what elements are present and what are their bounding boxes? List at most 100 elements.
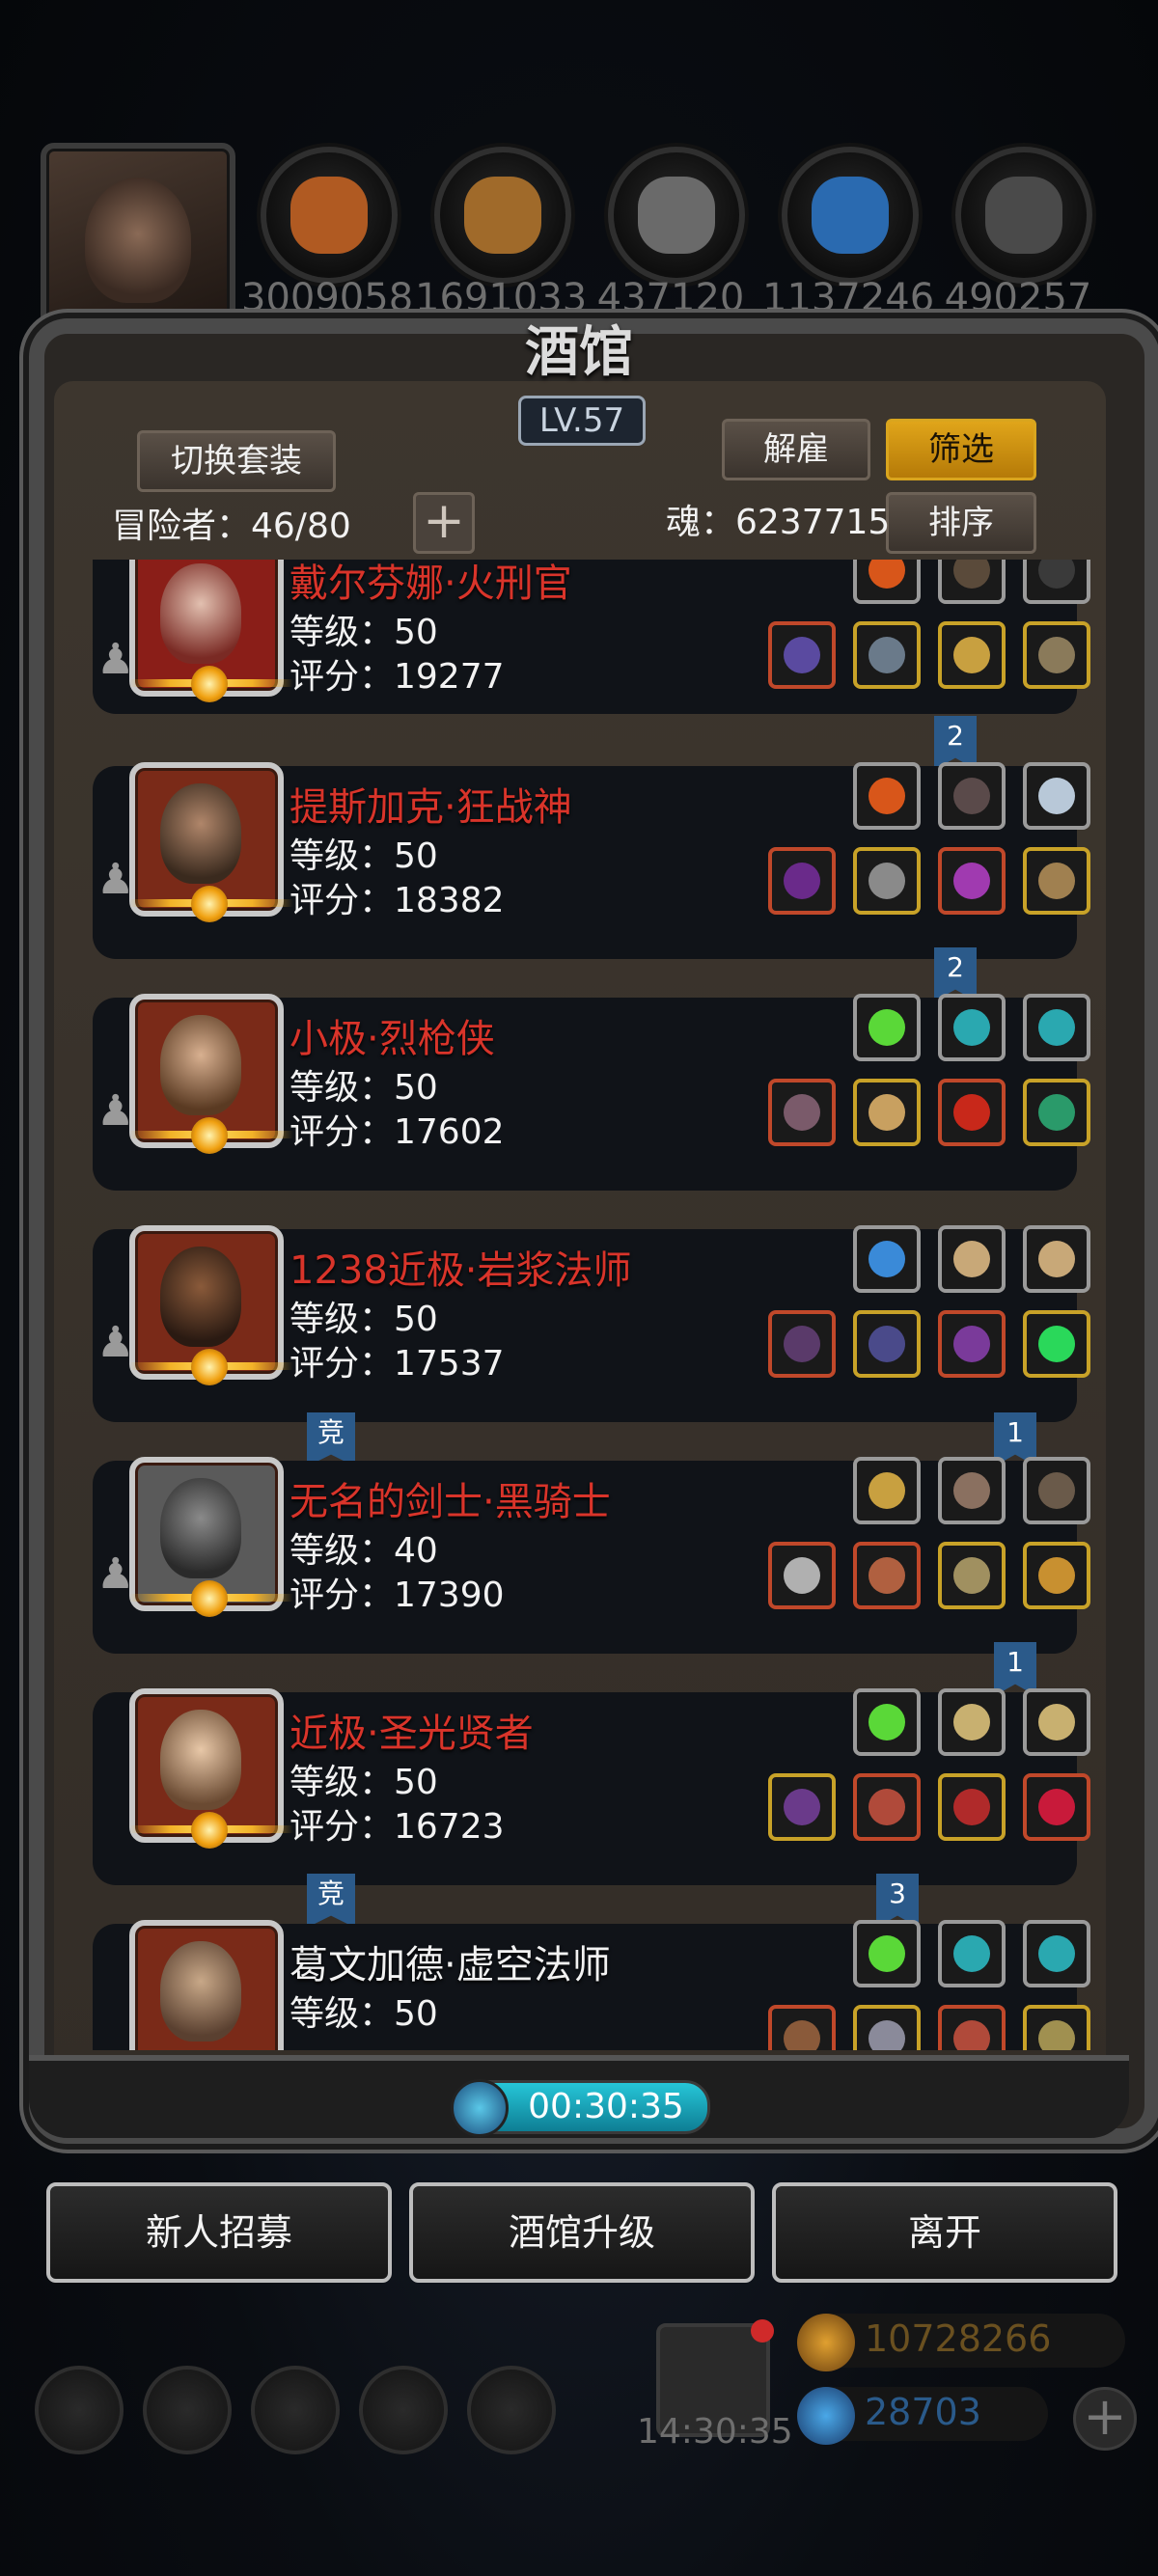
tavern-level: LV.57 [518, 396, 646, 446]
hero-score: 评分：16723 [290, 1807, 505, 1847]
page-title: 酒馆 [525, 320, 633, 384]
rank-badge [129, 1812, 293, 1850]
hero-card[interactable]: ♟ 1238近极·岩浆法师 等级：50 评分：17537 [93, 1225, 1090, 1422]
iron-value: 490257 [944, 276, 1092, 320]
hero-name: 无名的剑士·黑骑士 [290, 1480, 611, 1524]
equipment-slot[interactable] [938, 1688, 1006, 1756]
hero-card[interactable]: 近极·圣光贤者 等级：50 评分：16723 [93, 1688, 1090, 1885]
equipment-slot[interactable] [853, 1773, 921, 1841]
soul-count: 魂：6237715 [666, 503, 891, 542]
equipment-slot[interactable] [1023, 1225, 1090, 1293]
equipment-slot[interactable] [938, 2005, 1006, 2050]
rank-badge [129, 886, 293, 924]
equipment-slot[interactable] [1023, 1542, 1090, 1609]
equipment-slot[interactable] [1023, 1457, 1090, 1524]
runner-icon: ♟ [96, 855, 135, 904]
equipment-slot[interactable] [768, 1310, 836, 1378]
equipment-slot[interactable] [1023, 847, 1090, 915]
equipment-slot[interactable] [938, 1457, 1006, 1524]
equipment-slot[interactable] [768, 2005, 836, 2050]
hero-level: 等级：50 [290, 1994, 438, 2034]
add-slot-button[interactable]: + [413, 492, 475, 554]
leave-button[interactable]: 离开 [772, 2182, 1117, 2283]
achievement-icon[interactable] [143, 2366, 232, 2454]
equipment-slot[interactable] [853, 847, 921, 915]
equipment-slot[interactable] [768, 1773, 836, 1841]
equipment-slot[interactable] [1023, 621, 1090, 689]
equipment-slot[interactable] [938, 1920, 1006, 1987]
settings-icon[interactable] [35, 2366, 124, 2454]
hero-card[interactable]: ♟ 提斯加克·狂战神 等级：50 评分：18382 [93, 762, 1090, 959]
competition-tag: 竞 [307, 1874, 355, 1928]
gold-coin-icon [797, 2314, 855, 2371]
runner-icon: ♟ [96, 1318, 135, 1367]
hero-card[interactable]: 葛文加德·虚空法师 等级：50 [93, 1920, 1090, 2050]
filter-button[interactable]: 筛选 [886, 419, 1036, 480]
equipment-slot[interactable] [938, 762, 1006, 830]
equipment-slot[interactable] [1023, 560, 1090, 604]
equipment-slot[interactable] [1023, 1688, 1090, 1756]
equipment-slot[interactable] [853, 994, 921, 1061]
hero-card[interactable]: ♟ 无名的剑士·黑骑士 等级：40 评分：17390 [93, 1457, 1090, 1654]
equipment-slot[interactable] [1023, 1079, 1090, 1146]
hero-level: 等级：40 [290, 1531, 438, 1571]
crystal-value: 1137246 [762, 276, 935, 320]
equipment-slot[interactable] [938, 621, 1006, 689]
equipment-slot[interactable] [853, 1542, 921, 1609]
equipment-slot[interactable] [1023, 1920, 1090, 1987]
sort-button[interactable]: 排序 [886, 492, 1036, 554]
recruit-button[interactable]: 新人招募 [46, 2182, 392, 2283]
equipment-slot[interactable] [853, 1079, 921, 1146]
equipment-slot[interactable] [853, 560, 921, 604]
equipment-slot[interactable] [938, 560, 1006, 604]
equipment-slot[interactable] [853, 1225, 921, 1293]
gem-display: 28703 [797, 2387, 1048, 2445]
equipment-slot[interactable] [1023, 1310, 1090, 1378]
hero-score: 评分：19277 [290, 657, 505, 697]
equipment-slot[interactable] [768, 1079, 836, 1146]
hero-list: ♟ 戴尔芬娜·火刑官 等级：50 评分：19277 2 ♟ 提斯加克·狂战神 等… [54, 560, 1106, 2050]
equipment-slot[interactable] [938, 847, 1006, 915]
dismiss-button[interactable]: 解雇 [722, 419, 870, 480]
hero-card[interactable]: ♟ 小极·烈枪侠 等级：50 评分：17602 [93, 994, 1090, 1191]
rank-badge [129, 1580, 293, 1619]
equipment-slot[interactable] [853, 1457, 921, 1524]
mail-icon[interactable] [359, 2366, 448, 2454]
upgrade-tavern-button[interactable]: 酒馆升级 [409, 2182, 755, 2283]
runner-icon: ♟ [96, 1549, 135, 1599]
equipment-slot[interactable] [853, 1920, 921, 1987]
hero-name: 1238近极·岩浆法师 [290, 1248, 632, 1293]
hero-score: 评分：18382 [290, 881, 505, 920]
equipment-slot[interactable] [768, 1542, 836, 1609]
equipment-slot[interactable] [768, 847, 836, 915]
game-clock: 14:30:35 [637, 2412, 793, 2452]
equipment-slot[interactable] [853, 1310, 921, 1378]
equipment-slot[interactable] [1023, 994, 1090, 1061]
equipment-slot[interactable] [853, 1688, 921, 1756]
equipment-slot[interactable] [853, 2005, 921, 2050]
equipment-slot[interactable] [1023, 1773, 1090, 1841]
runner-icon: ♟ [96, 635, 135, 684]
equipment-slot[interactable] [938, 1225, 1006, 1293]
equipment-slot[interactable] [938, 1310, 1006, 1378]
equipment-slot[interactable] [938, 1542, 1006, 1609]
equipment-slot[interactable] [938, 994, 1006, 1061]
switch-outfit-button[interactable]: 切换套装 [137, 430, 336, 492]
hero-avatar [129, 1920, 284, 2050]
castle-icon[interactable] [251, 2366, 340, 2454]
hero-name: 近极·圣光贤者 [290, 1712, 534, 1756]
player-avatar[interactable] [41, 143, 235, 330]
equipment-slot[interactable] [1023, 2005, 1090, 2050]
equipment-slot[interactable] [853, 621, 921, 689]
equipment-slot[interactable] [938, 1079, 1006, 1146]
notification-dot [751, 2319, 774, 2343]
hero-level: 等级：50 [290, 613, 438, 652]
equipment-slot[interactable] [938, 1773, 1006, 1841]
rank-badge [129, 666, 293, 704]
add-currency-button[interactable]: + [1073, 2387, 1137, 2451]
guild-icon[interactable] [467, 2366, 556, 2454]
equipment-slot[interactable] [1023, 762, 1090, 830]
hero-card[interactable]: ♟ 戴尔芬娜·火刑官 等级：50 评分：19277 [93, 560, 1090, 714]
equipment-slot[interactable] [768, 621, 836, 689]
equipment-slot[interactable] [853, 762, 921, 830]
